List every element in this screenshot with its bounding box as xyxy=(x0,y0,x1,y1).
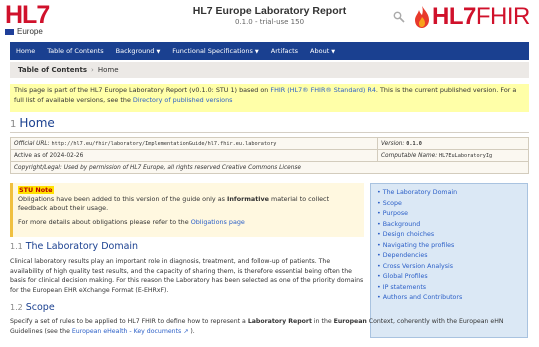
hl7-logo-sub: Europe xyxy=(17,27,43,36)
nav-artifacts[interactable]: Artifacts xyxy=(265,47,304,55)
breadcrumb-toc[interactable]: Table of Contents xyxy=(18,66,87,74)
nav-about[interactable]: About ▼ xyxy=(304,47,341,55)
toc-item-global-profiles[interactable]: Global Profiles xyxy=(377,272,521,283)
official-url-label: Official URL: xyxy=(14,140,50,147)
notice-text-1: This page is part of the HL7 Europe Labo… xyxy=(14,86,271,94)
nav-functional-specifications[interactable]: Functional Specifications ▼ xyxy=(166,47,264,55)
caret-down-icon: ▼ xyxy=(156,49,161,55)
section-heading-laboratory-domain: 1.1 The Laboratory Domain xyxy=(10,241,138,252)
fhir-logo-fhir: FHIR xyxy=(475,3,531,30)
official-url-cell: Official URL: http://hl7.eu/fhir/laborat… xyxy=(10,137,378,150)
laboratory-domain-paragraph: Clinical laboratory results play an impo… xyxy=(10,258,364,294)
home-heading: Home xyxy=(19,116,55,130)
hl7-fhir-logo[interactable]: HL7FHIR xyxy=(412,4,530,30)
stu-note: STU Note Obligations have been added to … xyxy=(10,183,364,237)
toc-item-cross-version[interactable]: Cross Version Analysis xyxy=(377,262,521,273)
toc-item-ip-statements[interactable]: IP statements xyxy=(377,283,521,294)
caret-down-icon: ▼ xyxy=(254,49,259,55)
toc-item-laboratory-domain[interactable]: The Laboratory Domain xyxy=(377,188,521,199)
scope-bold-1: Laboratory Report xyxy=(247,318,312,325)
directory-link[interactable]: Directory of published versions xyxy=(133,96,233,104)
table-row: Official URL: http://hl7.eu/fhir/laborat… xyxy=(10,137,529,150)
ig-metadata-table: Official URL: http://hl7.eu/fhir/laborat… xyxy=(10,137,529,174)
toc-item-scope[interactable]: Scope xyxy=(377,199,521,210)
toc-item-dependencies[interactable]: Dependencies xyxy=(377,251,521,262)
scope-text-2: in the xyxy=(311,318,334,325)
computable-cell: Computable Name: HL7EuLaboratoryIg xyxy=(377,149,529,162)
search-icon[interactable] xyxy=(393,8,405,27)
page-title: 1 Home xyxy=(10,116,55,130)
fhir-flame-icon xyxy=(415,6,429,28)
active-cell: Active as of 2024-02-26 xyxy=(10,149,378,162)
caret-down-icon: ▼ xyxy=(331,49,336,55)
breadcrumb-separator: › xyxy=(91,66,94,74)
computable-value: HL7EuLaboratoryIg xyxy=(439,152,493,159)
breadcrumb: Table of Contents › Home xyxy=(10,62,529,78)
table-row: Copyright/Legal: Used by permission of H… xyxy=(10,161,529,174)
version-cell: Version: 0.1.0 xyxy=(377,137,529,150)
scope-text-4: ). xyxy=(188,327,195,335)
toc-item-design-choices[interactable]: Design choiches xyxy=(377,230,521,241)
section-title: Scope xyxy=(25,302,55,313)
publication-notice: This page is part of the HL7 Europe Labo… xyxy=(10,84,529,112)
official-url-value: http://hl7.eu/fhir/laboratory/Implementa… xyxy=(51,140,277,147)
ehealth-key-documents-link[interactable]: European eHealth - Key documents xyxy=(72,328,181,335)
obligations-link[interactable]: Obligations page xyxy=(191,218,245,226)
fhir-logo-hl7: HL7 xyxy=(432,3,476,30)
breadcrumb-home: Home xyxy=(97,66,119,74)
scope-text-1: Specify a set of rules to be applied to … xyxy=(10,318,248,325)
main-navbar: Home Table of Contents Background ▼ Funct… xyxy=(10,42,529,60)
home-number: 1 xyxy=(10,119,17,130)
scope-paragraph: Specify a set of rules to be applied to … xyxy=(10,317,530,336)
section-number: 1.2 xyxy=(10,303,23,312)
section-number: 1.1 xyxy=(10,242,23,251)
nav-background-label: Background xyxy=(115,47,155,55)
computable-label: Computable Name: xyxy=(381,152,438,159)
nav-about-label: About xyxy=(310,47,330,55)
version-label: Version: xyxy=(381,140,405,147)
nav-table-of-contents[interactable]: Table of Contents xyxy=(41,47,109,55)
table-row: Active as of 2024-02-26 Computable Name:… xyxy=(10,149,529,162)
toc-item-purpose[interactable]: Purpose xyxy=(377,209,521,220)
toc-item-authors[interactable]: Authors and Contributors xyxy=(377,293,521,304)
version-value: 0.1.0 xyxy=(406,140,422,147)
page: HL7 Europe HL7 Europe Laboratory Report … xyxy=(0,0,539,347)
copyright-cell: Copyright/Legal: Used by permission of H… xyxy=(10,161,529,174)
page-toc: The Laboratory Domain Scope Purpose Back… xyxy=(370,183,528,338)
stu-note-label: STU Note xyxy=(18,186,54,194)
fhir-standard-link[interactable]: FHIR (HL7® FHIR® Standard) R4 xyxy=(270,86,376,94)
header: HL7 Europe HL7 Europe Laboratory Report … xyxy=(0,0,539,40)
toc-item-navigating-profiles[interactable]: Navigating the profiles xyxy=(377,241,521,252)
eu-flag-icon xyxy=(5,28,14,35)
stu-text-1: Obligations have been added to this vers… xyxy=(18,195,227,203)
stu-bold: Informative xyxy=(227,195,269,203)
section-heading-scope: 1.2 Scope xyxy=(10,302,55,313)
nav-background[interactable]: Background ▼ xyxy=(110,47,167,55)
toc-item-background[interactable]: Background xyxy=(377,220,521,231)
section-title: The Laboratory Domain xyxy=(25,241,139,252)
scope-bold-2: European xyxy=(333,318,367,325)
divider xyxy=(10,132,529,133)
nav-functional-specifications-label: Functional Specifications xyxy=(172,47,253,55)
stu-more-prefix: For more details about obligations pleas… xyxy=(18,218,191,226)
nav-home[interactable]: Home xyxy=(10,47,41,55)
